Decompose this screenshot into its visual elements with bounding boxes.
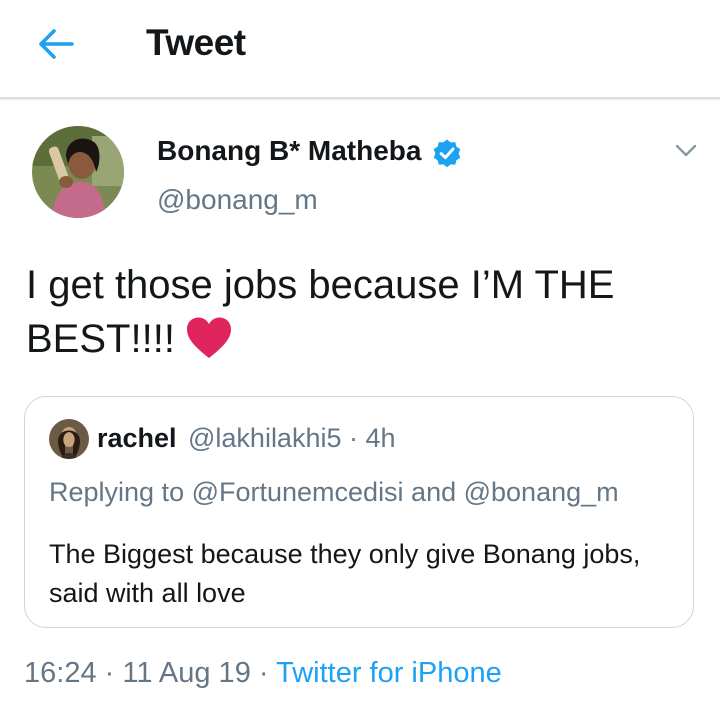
back-button[interactable]: [34, 24, 78, 64]
quote-text: The Biggest because they only give Bonan…: [49, 539, 641, 608]
quoted-tweet[interactable]: rachel @lakhilakhi5 · 4h Replying to @Fo…: [24, 396, 694, 628]
author-name[interactable]: Bonang B* Matheba: [157, 135, 421, 167]
quote-avatar: [49, 419, 89, 459]
chevron-down-icon[interactable]: [674, 142, 698, 160]
tweet-source-link[interactable]: Twitter for iPhone: [276, 657, 502, 689]
tweet-meta: 16:24 · 11 Aug 19 · Twitter for iPhone: [24, 657, 502, 690]
tweet-datetime: 16:24 · 11 Aug 19 ·: [24, 657, 277, 689]
avatar-image: [32, 126, 124, 218]
quote-author-name: rachel: [97, 423, 177, 453]
quote-replying-to: Replying to @Fortunemcedisi and @bonang_…: [49, 477, 619, 507]
tweet-text: I get those jobs because I’M THE BEST!!!…: [26, 263, 615, 361]
heart-icon: [186, 317, 231, 358]
avatar[interactable]: [32, 126, 124, 218]
author-handle[interactable]: @bonang_m: [157, 184, 318, 216]
quote-avatar-image: [49, 419, 89, 459]
verified-badge-icon: [433, 139, 461, 168]
arrow-left-icon: [39, 29, 74, 59]
page-title: Tweet: [146, 22, 246, 63]
quote-handle-time: @lakhilakhi5 · 4h: [188, 423, 396, 453]
tweet-body: I get those jobs because I’M THE BEST!!!…: [26, 258, 696, 366]
top-bar: Tweet: [0, 0, 720, 99]
